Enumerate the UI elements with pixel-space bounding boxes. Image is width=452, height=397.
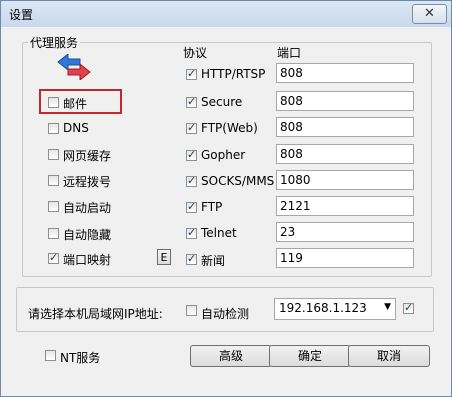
port-input[interactable]: 1080 [276, 170, 414, 190]
lan-ip-label: 请选择本机局域网IP地址: [28, 307, 163, 321]
nt-service-label: NT服务 [60, 351, 101, 365]
lan-ip-confirm-checkbox[interactable] [403, 301, 414, 314]
service-label: 网页缓存 [63, 149, 112, 163]
service-checkbox[interactable] [48, 201, 59, 212]
port-input[interactable]: 808 [276, 91, 414, 111]
close-icon: ✕ [424, 6, 435, 21]
protocol-label: SOCKS/MMS [201, 174, 275, 188]
auto-detect-checkbox[interactable] [186, 305, 197, 316]
service-checkbox[interactable] [48, 123, 59, 134]
port-input[interactable]: 808 [276, 117, 414, 137]
port-input[interactable]: 23 [276, 222, 414, 242]
service-label: 邮件 [63, 97, 88, 111]
advanced-button[interactable]: 高级 [190, 345, 272, 367]
close-button[interactable]: ✕ [412, 4, 447, 24]
port-mapping-edit-button[interactable]: E [157, 249, 171, 265]
port-input[interactable]: 119 [276, 248, 414, 268]
service-label: DNS [63, 121, 89, 135]
port-input[interactable]: 2121 [276, 196, 414, 216]
transfer-arrows-icon [57, 54, 91, 80]
nt-service-checkbox[interactable] [45, 350, 56, 361]
service-label: 远程拨号 [63, 175, 112, 189]
service-label: 自动隐藏 [63, 228, 112, 242]
chevron-down-icon: ▼ [384, 302, 391, 312]
cancel-button[interactable]: 取消 [348, 345, 430, 367]
proxy-group-title: 代理服务 [28, 34, 81, 51]
port-input[interactable]: 808 [276, 144, 414, 164]
port-header: 端口 [277, 46, 302, 60]
title-bar: 设置 ✕ [1, 1, 451, 27]
service-checkbox[interactable] [48, 149, 59, 160]
protocol-checkbox[interactable] [186, 174, 197, 187]
port-input[interactable]: 808 [276, 63, 414, 83]
protocol-checkbox[interactable] [186, 200, 197, 213]
protocol-checkbox[interactable] [186, 95, 197, 108]
protocol-checkbox[interactable] [186, 226, 197, 239]
lan-ip-select[interactable]: 192.168.1.123 ▼ [274, 298, 396, 320]
service-label: 自动启动 [63, 201, 112, 215]
service-checkbox[interactable] [48, 175, 59, 186]
service-checkbox[interactable] [48, 97, 59, 108]
protocol-label: FTP(Web) [201, 121, 258, 135]
protocol-checkbox[interactable] [186, 148, 197, 161]
protocol-label: FTP [201, 200, 223, 214]
protocol-checkbox[interactable] [186, 67, 197, 80]
protocol-label: HTTP/RTSP [201, 67, 266, 81]
protocol-header: 协议 [183, 46, 208, 60]
auto-detect-label: 自动检测 [201, 307, 250, 321]
window-title: 设置 [9, 8, 34, 22]
ok-button[interactable]: 确定 [269, 345, 351, 367]
protocol-label: Telnet [201, 226, 237, 240]
protocol-label: Gopher [201, 148, 246, 162]
service-label: 端口映射 [63, 253, 112, 267]
lan-ip-value: 192.168.1.123 [279, 301, 367, 315]
protocol-label: 新闻 [201, 254, 226, 268]
service-checkbox[interactable] [48, 228, 59, 239]
protocol-checkbox[interactable] [186, 252, 197, 265]
protocol-checkbox[interactable] [186, 121, 197, 134]
service-checkbox[interactable] [48, 251, 59, 264]
protocol-label: Secure [201, 95, 243, 109]
